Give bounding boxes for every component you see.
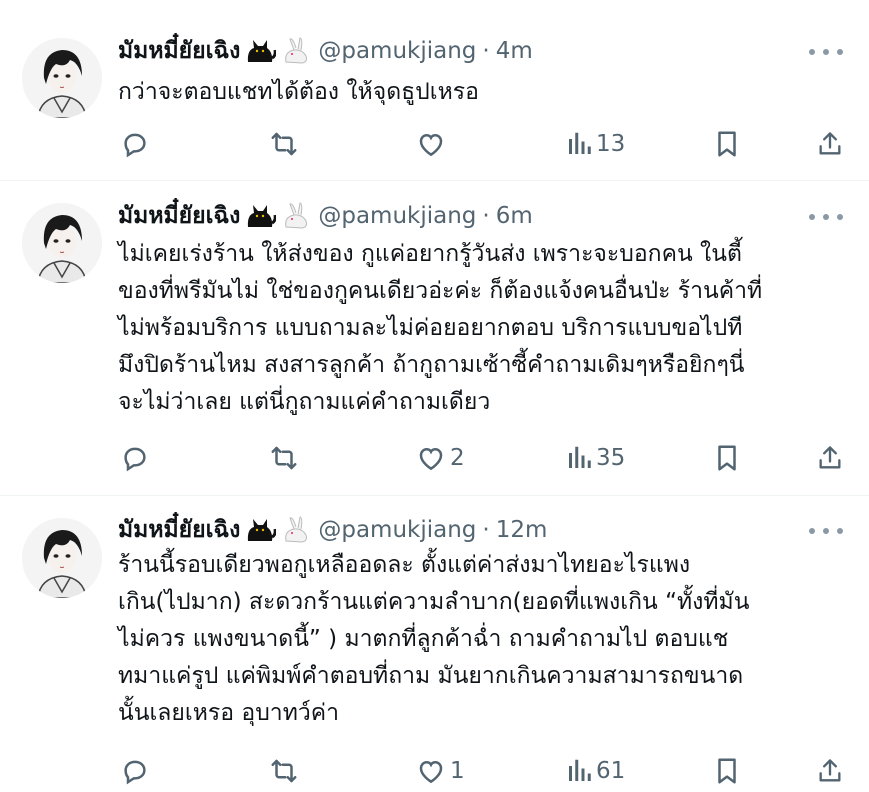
share-icon [819, 446, 841, 469]
avatar-image [22, 518, 102, 598]
tweet-text-line: เกิน(ไปมาก) สะดวกร้านแต่ความลำบาก(ยอดที่… [118, 589, 750, 615]
avatar-image [22, 203, 102, 283]
reply-icon [124, 760, 146, 785]
share-icon [819, 132, 841, 155]
like-icon [419, 133, 443, 157]
tweet-text-line: ไม่เคยเร่งร้าน ให้ส่งของ กูแค่อยากรู้วัน… [118, 241, 742, 267]
bookmark-icon [718, 758, 736, 784]
avatar[interactable] [22, 518, 102, 598]
tweet-header: มัมหมี๋ยัยเฉิง @pamukjiang · 6m [118, 199, 533, 233]
share-button[interactable] [816, 442, 844, 474]
action-bar: 1 61 [118, 755, 848, 787]
like-button[interactable] [416, 128, 450, 160]
bookmark-button[interactable] [714, 442, 740, 474]
tweet-text-line: ไม่ควร แพงขนาดนี้” ) มาตกที่ลูกค้าฉ่ำ ถา… [118, 626, 729, 652]
user-handle[interactable]: @pamukjiang [318, 517, 476, 543]
tweet-text-line: ร้านนี้รอบเดียวพอกูเหลืออดละ ตั้งแต่ค่าส… [118, 552, 691, 578]
tweet-header: มัมหมี๋ยัยเฉิง @pamukjiang · 4m [118, 34, 533, 68]
action-bar: 2 35 [118, 442, 848, 474]
share-icon [819, 759, 841, 782]
like-button[interactable]: 1 [416, 755, 465, 787]
reply-button[interactable] [120, 755, 150, 787]
bookmark-button[interactable] [714, 128, 740, 160]
rabbit-icon [280, 36, 312, 66]
tweet-header: มัมหมี๋ยัยเฉิง @pamukjiang · 12m [118, 513, 547, 547]
like-count: 1 [450, 758, 465, 784]
black-cat-icon [244, 201, 277, 231]
view-count: 61 [596, 758, 626, 784]
more-icon[interactable] [809, 212, 843, 222]
tweet-text-line: ของที่พรีมันไม่ ใช่ของกูคนเดียวอ่ะค่ะ ก็… [118, 278, 763, 304]
view-count: 13 [596, 131, 626, 157]
view-count: 35 [596, 445, 626, 471]
tweet-2[interactable]: มัมหมี๋ยัยเฉิง @pamukjiang · 6m ไม่เคยเร… [0, 180, 869, 495]
views-button[interactable]: 35 [566, 442, 625, 474]
avatar[interactable] [22, 38, 102, 118]
rabbit-icon [280, 201, 312, 231]
tweet-text-line: ไม่พร้อมบริการ แบบถามละไม่ค่อยอยากตอบ บร… [118, 315, 743, 341]
avatar-image [22, 38, 102, 118]
reply-icon [124, 447, 146, 472]
user-handle[interactable]: @pamukjiang [318, 38, 476, 64]
reply-button[interactable] [120, 128, 150, 160]
rabbit-icon [280, 515, 312, 545]
user-handle[interactable]: @pamukjiang [318, 203, 476, 229]
views-button[interactable]: 13 [566, 128, 625, 160]
tweet-text-line: กว่าจะตอบแชทได้ต้อง ให้จุดธูปเหรอ [118, 79, 479, 105]
retweet-button[interactable] [268, 128, 300, 160]
black-cat-icon [244, 36, 277, 66]
retweet-icon [271, 132, 297, 156]
timestamp[interactable]: 12m [496, 517, 548, 543]
like-icon [419, 447, 443, 471]
retweet-button[interactable] [268, 755, 300, 787]
tweet-text-line: ทมาแค่รูป แค่พิมพ์คำตอบที่ถาม มันยากเกิน… [118, 663, 744, 689]
more-icon[interactable] [809, 526, 843, 536]
views-icon [569, 759, 591, 781]
more-icon[interactable] [809, 47, 843, 57]
like-count: 2 [450, 445, 465, 471]
tweet-text-line: มึงปิดร้านไหม สงสารลูกค้า ถ้ากูถามเซ้าซี… [118, 352, 745, 378]
retweet-button[interactable] [268, 442, 300, 474]
action-bar: 13 [118, 128, 848, 160]
views-button[interactable]: 61 [566, 755, 625, 787]
avatar[interactable] [22, 203, 102, 283]
black-cat-icon [244, 515, 277, 545]
views-icon [569, 132, 591, 154]
bookmark-icon [718, 131, 736, 157]
tweet-text: กว่าจะตอบแชทได้ต้อง ให้จุดธูปเหรอ [118, 74, 848, 111]
tweet-text: ร้านนี้รอบเดียวพอกูเหลืออดละ ตั้งแต่ค่าส… [118, 547, 848, 732]
display-name[interactable]: มัมหมี๋ยัยเฉิง [118, 33, 240, 69]
tweet-1[interactable]: มัมหมี๋ยัยเฉิง @pamukjiang · 4m กว่าจะตอ… [0, 0, 869, 180]
tweet-3[interactable]: มัมหมี๋ยัยเฉิง @pamukjiang · 12m ร้านนี้… [0, 495, 869, 792]
display-name[interactable]: มัมหมี๋ยัยเฉิง [118, 198, 240, 234]
separator-dot: · [482, 517, 490, 543]
timestamp[interactable]: 6m [496, 203, 533, 229]
retweet-icon [271, 446, 297, 470]
separator-dot: · [482, 38, 490, 64]
like-icon [419, 760, 443, 784]
tweet-text: ไม่เคยเร่งร้าน ให้ส่งของ กูแค่อยากรู้วัน… [118, 236, 848, 421]
reply-button[interactable] [120, 442, 150, 474]
display-name[interactable]: มัมหมี๋ยัยเฉิง [118, 512, 240, 548]
bookmark-icon [718, 445, 736, 471]
timestamp[interactable]: 4m [496, 38, 533, 64]
like-button[interactable]: 2 [416, 442, 465, 474]
reply-icon [124, 133, 146, 158]
share-button[interactable] [816, 128, 844, 160]
views-icon [569, 446, 591, 468]
separator-dot: · [482, 203, 490, 229]
bookmark-button[interactable] [714, 755, 740, 787]
tweet-text-line: นั้นเลยเหรอ อุบาทว์ค่า [118, 700, 340, 726]
share-button[interactable] [816, 755, 844, 787]
tweet-text-line: จะไม่ว่าเลย แต่นี่กูถามแค่คำถามเดียว [118, 389, 491, 415]
retweet-icon [271, 759, 297, 783]
